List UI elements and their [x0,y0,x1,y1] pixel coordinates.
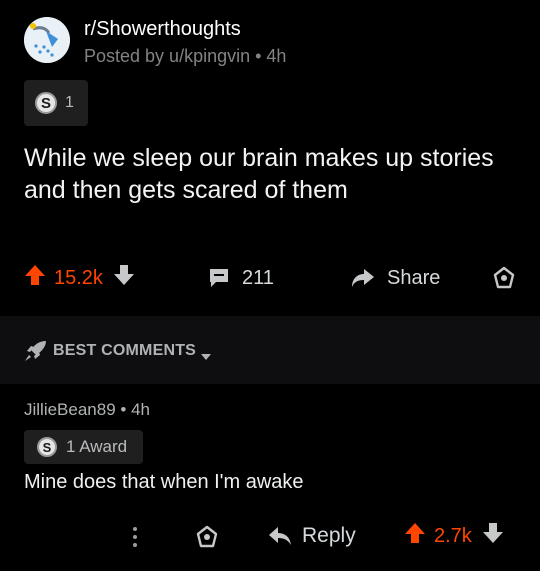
silver-coin-icon: S [37,437,57,457]
shower-head-icon [24,17,70,63]
chevron-down-icon [201,354,211,360]
silver-coin-icon: S [35,92,57,114]
post-meta: Posted by u/kpingvin • 4h [84,46,287,66]
arrow-down-icon [113,265,134,285]
downvote-button[interactable] [113,263,135,293]
comment-award-badge[interactable]: S 1 Award [24,430,143,464]
comment-give-award-button[interactable] [195,525,219,554]
give-award-button[interactable] [492,266,516,295]
comment-upvote-button[interactable] [404,521,426,551]
subreddit-name[interactable]: r/Showerthoughts [84,18,241,41]
comment-meta: JillieBean89 • 4h [24,400,150,419]
share-arrow-icon [352,269,374,287]
award-count: 1 [65,94,74,111]
vote-group: 15.2k [24,264,135,292]
award-icon [196,525,218,548]
upvote-button[interactable] [24,263,46,293]
award-badge[interactable]: S 1 [24,80,88,126]
post-title: While we sleep our brain makes up storie… [24,144,494,204]
award-icon [493,266,515,289]
share-label: Share [387,266,441,289]
arrow-up-icon [25,265,45,285]
vote-count: 15.2k [54,266,103,289]
share-button[interactable]: Share [350,264,440,292]
comment-award-label: 1 Award [66,437,128,456]
subreddit-avatar[interactable] [24,17,70,63]
more-options-button[interactable] [130,524,140,550]
arrow-up-icon [405,523,425,543]
reply-arrow-icon [269,527,291,545]
reply-label: Reply [302,524,356,547]
comment-vote-group: 2.7k [404,522,504,550]
comment-downvote-button[interactable] [482,521,504,551]
comments-button[interactable]: 211 [207,264,274,292]
rocket-icon [25,341,46,361]
comment-body: Mine does that when I'm awake [24,471,304,493]
reply-button[interactable]: Reply [268,522,356,550]
sort-label[interactable]: BEST COMMENTS [53,342,196,360]
sort-dropdown[interactable] [200,348,212,366]
comment-count: 211 [242,266,274,289]
comment-vote-count: 2.7k [434,524,472,547]
more-vertical-icon [133,527,137,547]
arrow-down-icon [482,523,503,543]
speech-bubble-icon [210,269,228,287]
sort-icon-wrap [24,340,48,367]
